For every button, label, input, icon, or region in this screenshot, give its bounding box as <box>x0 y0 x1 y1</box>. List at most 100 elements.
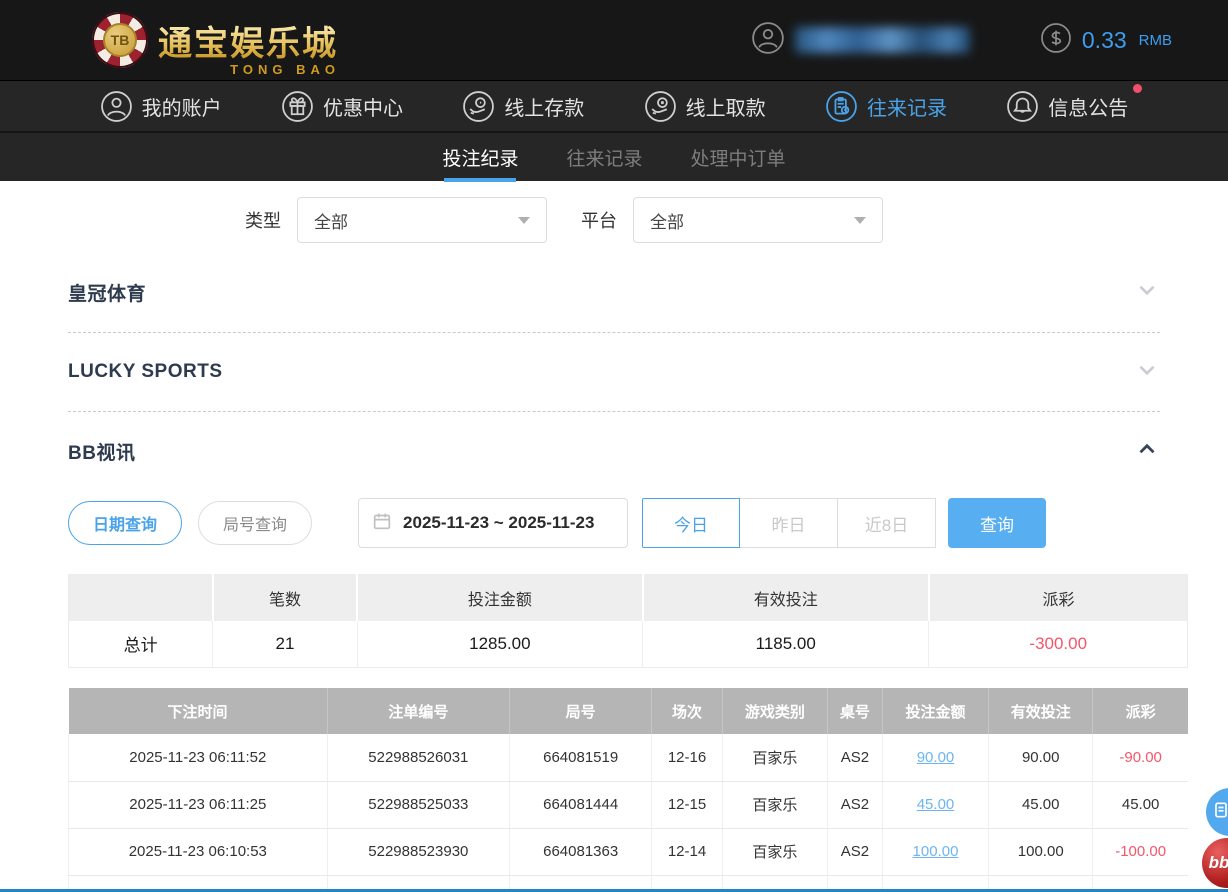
top-header: TB 通宝娱乐城 TONG BAO 0.33 RM <box>0 0 1228 80</box>
cell-payout: -100.00 <box>1093 828 1188 875</box>
chip-tb-label: TB <box>103 23 137 57</box>
last8days-button[interactable]: 近8日 <box>838 498 936 548</box>
bb-logo: bb <box>1209 853 1228 873</box>
summary-header: 投注金额 <box>357 575 642 621</box>
nav-label: 优惠中心 <box>323 92 403 121</box>
cell-valid-bet: 90.00 <box>989 734 1093 781</box>
calendar-icon <box>371 510 393 537</box>
date-range-value: 2025-11-23 ~ 2025-11-23 <box>403 513 594 533</box>
nav-label: 线上存款 <box>504 92 584 121</box>
section-title: 皇冠体育 <box>68 279 146 306</box>
tab-bet-records[interactable]: 投注纪录 <box>442 132 518 182</box>
bell-icon <box>1006 90 1039 123</box>
cell-game-type: 百家乐 <box>722 734 827 781</box>
main-nav: 我的账户 优惠中心 线上存款 线上取款 <box>0 80 1228 131</box>
cell-payout: -90.00 <box>1093 734 1188 781</box>
records-icon <box>825 90 858 123</box>
nav-item-my-account[interactable]: 我的账户 <box>100 90 222 123</box>
cell-table-no: AS2 <box>827 781 882 828</box>
cell-valid-bet: 100.00 <box>989 828 1093 875</box>
table-header-row: 下注时间 注单编号 局号 场次 游戏类别 桌号 投注金额 有效投注 派彩 <box>69 688 1189 734</box>
quick-date-group: 今日 昨日 近8日 <box>642 498 936 548</box>
cell-time: 2025-11-23 06:11:52 <box>69 734 328 781</box>
tab-pending-orders[interactable]: 处理中订单 <box>691 132 786 182</box>
cell-table-no: AS2 <box>827 734 882 781</box>
deposit-icon <box>462 90 495 123</box>
platform-select[interactable]: 全部 <box>633 197 883 243</box>
site-subtitle: TONG BAO <box>230 62 340 77</box>
chevron-down-icon <box>518 217 530 224</box>
summary-total-row: 总计 21 1285.00 1185.00 -300.00 <box>69 621 1188 668</box>
site-title: 通宝娱乐城 <box>158 16 338 65</box>
summary-valid-bet: 1185.00 <box>643 621 929 668</box>
coin-dollar-icon <box>1040 22 1072 59</box>
type-select[interactable]: 全部 <box>297 197 547 243</box>
record-tabs: 投注纪录 往来记录 处理中订单 <box>0 131 1228 181</box>
user-account[interactable] <box>751 21 970 60</box>
date-range-input[interactable]: 2025-11-23 ~ 2025-11-23 <box>358 498 628 548</box>
type-select-value: 全部 <box>314 208 348 233</box>
today-button[interactable]: 今日 <box>642 498 740 548</box>
cell-session: 12-16 <box>652 734 723 781</box>
bet-records-table: 下注时间 注单编号 局号 场次 游戏类别 桌号 投注金额 有效投注 派彩 202… <box>68 688 1188 892</box>
platform-filter-label: 平台 <box>581 207 617 233</box>
cell-game-type: 百家乐 <box>722 781 827 828</box>
search-button[interactable]: 查询 <box>948 498 1046 548</box>
user-icon <box>100 90 133 123</box>
balance[interactable]: 0.33 RMB <box>1040 22 1172 59</box>
table-row: 2025-11-23 06:11:52 522988526031 6640815… <box>69 734 1189 781</box>
date-query-button[interactable]: 日期查询 <box>68 501 182 545</box>
nav-item-deposit[interactable]: 线上存款 <box>462 90 584 123</box>
section-bb-casino[interactable]: BB视讯 <box>68 411 1160 490</box>
col-header-order: 注单编号 <box>327 688 509 734</box>
cell-valid-bet: 45.00 <box>989 781 1093 828</box>
round-query-button[interactable]: 局号查询 <box>198 501 312 545</box>
col-header-time: 下注时间 <box>69 688 328 734</box>
col-header-valid-bet: 有效投注 <box>989 688 1093 734</box>
site-logo[interactable]: TB 通宝娱乐城 TONG BAO <box>92 12 338 68</box>
user-icon <box>751 21 785 60</box>
cell-round-no: 664081519 <box>510 734 652 781</box>
cell-order-no: 522988526031 <box>327 734 509 781</box>
nav-item-records[interactable]: 往来记录 <box>825 90 947 123</box>
summary-header-row: 笔数 投注金额 有效投注 派彩 <box>69 575 1188 621</box>
chevron-down-icon <box>1134 357 1160 388</box>
yesterday-button[interactable]: 昨日 <box>740 498 838 548</box>
summary-header: 有效投注 <box>643 575 929 621</box>
nav-item-promotions[interactable]: 优惠中心 <box>281 90 403 123</box>
col-header-session: 场次 <box>652 688 723 734</box>
bet-amount-link[interactable]: 45.00 <box>917 796 955 813</box>
col-header-table-no: 桌号 <box>827 688 882 734</box>
nav-label: 信息公告 <box>1048 92 1128 121</box>
section-title: LUCKY SPORTS <box>68 361 223 383</box>
balance-currency: RMB <box>1139 32 1172 49</box>
summary-table: 笔数 投注金额 有效投注 派彩 总计 21 1285.00 1185.00 -3… <box>68 574 1188 668</box>
nav-label: 线上取款 <box>686 92 766 121</box>
cell-round-no: 664081444 <box>510 781 652 828</box>
col-header-payout: 派彩 <box>1093 688 1188 734</box>
cell-session: 12-15 <box>652 781 723 828</box>
section-crown-sports[interactable]: 皇冠体育 <box>68 253 1160 332</box>
cell-session: 12-14 <box>652 828 723 875</box>
section-lucky-sports[interactable]: LUCKY SPORTS <box>68 332 1160 411</box>
filter-row: 类型 全部 平台 全部 <box>0 197 1188 243</box>
bet-amount-link[interactable]: 90.00 <box>917 749 955 766</box>
cell-time: 2025-11-23 06:10:53 <box>69 828 328 875</box>
nav-item-withdraw[interactable]: 线上取款 <box>644 90 766 123</box>
type-filter-label: 类型 <box>245 207 281 233</box>
nav-item-announcements[interactable]: 信息公告 <box>1006 90 1128 123</box>
summary-header: 派彩 <box>929 575 1188 621</box>
bet-amount-link[interactable]: 100.00 <box>913 843 959 860</box>
col-header-game-type: 游戏类别 <box>722 688 827 734</box>
query-controls: 日期查询 局号查询 2025-11-23 ~ 2025-11-23 今日 昨日 … <box>68 498 1160 548</box>
summary-payout: -300.00 <box>929 621 1188 668</box>
summary-bet-amount: 1285.00 <box>357 621 642 668</box>
col-header-bet-amount: 投注金额 <box>882 688 988 734</box>
username-blurred <box>795 27 970 53</box>
withdraw-icon <box>644 90 677 123</box>
cell-game-type: 百家乐 <box>722 828 827 875</box>
cell-payout: 45.00 <box>1093 781 1188 828</box>
gift-icon <box>281 90 314 123</box>
summary-header <box>69 575 213 621</box>
tab-transaction-records[interactable]: 往来记录 <box>566 132 642 182</box>
